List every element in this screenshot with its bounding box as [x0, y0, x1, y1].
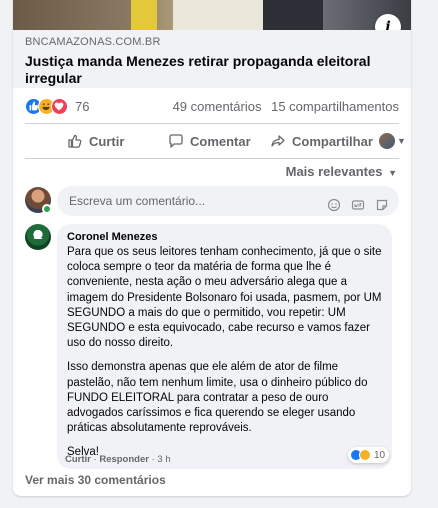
comment-paragraph: Para que os seus leitores tenham conheci…: [67, 246, 382, 350]
haha-reaction-icon: [359, 449, 371, 461]
comment-reaction-count: 10: [374, 449, 386, 461]
share-arrow-icon: [271, 135, 285, 147]
comment-bubble: Coronel Menezes Para que os seus leitore…: [57, 224, 392, 469]
emoji-icon[interactable]: [327, 193, 341, 212]
avatar[interactable]: 31: [25, 224, 51, 250]
post-image[interactable]: [13, 0, 411, 30]
divider: [25, 123, 399, 124]
love-reaction-icon: [51, 98, 68, 115]
avatar-badge-text: 31: [33, 232, 43, 241]
audience-selector[interactable]: ▼: [379, 127, 406, 155]
comment-input[interactable]: Escreva um comentário...: [57, 186, 399, 216]
comment-like-button[interactable]: Curtir: [65, 454, 91, 465]
comment-button[interactable]: Comentar: [168, 127, 251, 155]
like-button[interactable]: Curtir: [67, 127, 124, 155]
share-button[interactable]: Compartilhar: [270, 127, 373, 155]
reaction-count[interactable]: 76: [75, 99, 89, 114]
like-label: Curtir: [89, 133, 125, 149]
thumbs-up-icon: [68, 134, 82, 148]
comment-author[interactable]: Coronel Menezes: [67, 230, 382, 244]
image-detail: [173, 0, 263, 30]
link-domain: BNCAMAZONAS.COM.BR: [25, 36, 161, 48]
chevron-down-icon: ▼: [388, 168, 397, 178]
image-detail: [263, 0, 323, 30]
link-preview[interactable]: BNCAMAZONAS.COM.BR Justiça manda Menezes…: [13, 30, 411, 88]
speech-bubble-icon: [169, 134, 183, 148]
view-more-comments-link[interactable]: Ver mais 30 comentários: [25, 473, 166, 487]
online-status-icon: [42, 204, 52, 214]
comment-placeholder: Escreva um comentário...: [69, 194, 206, 208]
share-label: Compartilhar: [292, 133, 373, 149]
post-card: i BNCAMAZONAS.COM.BR Justiça manda Menez…: [13, 0, 411, 496]
image-detail: [131, 0, 157, 30]
comment-reactions[interactable]: 10: [348, 447, 390, 463]
shares-count[interactable]: 15 compartilhamentos: [271, 99, 399, 114]
comment-composer: Escreva um comentário...: [25, 186, 399, 216]
comment-reply-button[interactable]: Responder: [99, 454, 149, 465]
chevron-down-icon: ▼: [397, 136, 406, 146]
meta-separator: ·: [151, 454, 155, 465]
gif-icon[interactable]: [351, 193, 365, 210]
comment-sort-dropdown[interactable]: Mais relevantes ▼: [286, 164, 397, 179]
sticker-icon[interactable]: [375, 193, 389, 211]
sort-label: Mais relevantes: [285, 164, 383, 179]
post-actions: Curtir Comentar Compartilhar ▼: [25, 127, 406, 155]
comment-text: Para que os seus leitores tenham conheci…: [67, 245, 382, 461]
comment-meta: Curtir · Responder · 3 h: [65, 454, 171, 465]
comment-label: Comentar: [190, 133, 251, 149]
comment-share-counts: 49 comentários 15 compartilhamentos: [173, 99, 399, 114]
composer-icons: [327, 193, 389, 212]
comment-timestamp[interactable]: 3 h: [157, 454, 170, 465]
divider: [25, 158, 399, 159]
comment-paragraph: Isso demonstra apenas que ele além de at…: [67, 361, 368, 435]
link-headline[interactable]: Justiça manda Menezes retirar propaganda…: [25, 53, 399, 87]
meta-separator: ·: [93, 454, 97, 465]
comments-count[interactable]: 49 comentários: [173, 99, 262, 114]
avatar: [379, 133, 395, 149]
reactions-summary: 76 49 comentários 15 compartilhamentos: [25, 96, 399, 118]
